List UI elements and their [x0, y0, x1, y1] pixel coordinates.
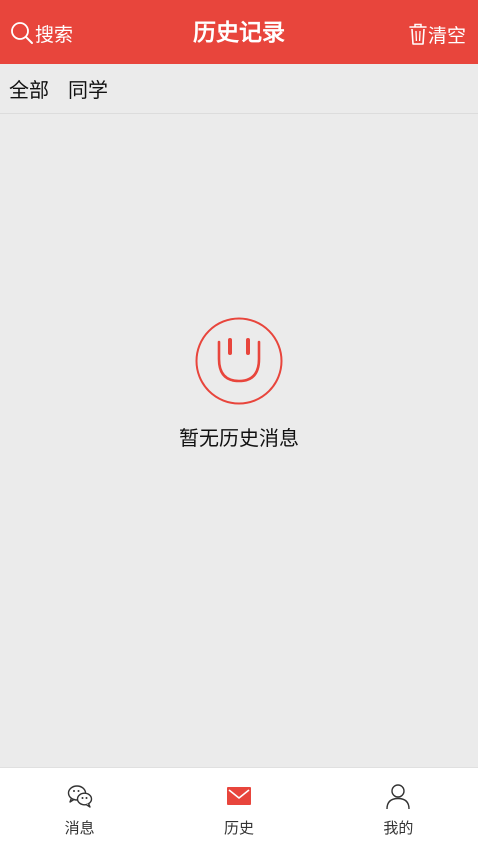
header-bar: 搜索 历史记录 清空	[0, 0, 478, 64]
app-screen: 搜索 历史记录 清空 全部 同学 暂无历史消息 消息 历史 我的	[0, 0, 478, 850]
chat-bubbles-icon	[67, 785, 92, 808]
empty-message: 暂无历史消息	[179, 426, 299, 450]
tab-me[interactable]: 我的	[319, 768, 478, 850]
tab-messages[interactable]: 消息	[0, 768, 159, 850]
tab-history-label: 历史	[223, 819, 254, 837]
filter-tab-all[interactable]: 全部	[9, 74, 49, 103]
search-label: 搜索	[35, 23, 74, 46]
smiley-face-icon	[195, 317, 283, 405]
empty-state: 暂无历史消息	[0, 316, 478, 451]
filter-bar: 全部 同学	[0, 64, 478, 114]
trash-icon	[409, 23, 427, 45]
clear-label: 清空	[427, 24, 466, 47]
tab-messages-label: 消息	[64, 819, 95, 837]
filter-tab-classmates[interactable]: 同学	[68, 74, 108, 103]
search-icon	[11, 22, 33, 44]
search-button[interactable]: 搜索	[10, 18, 73, 48]
bottom-tab-bar: 消息 历史 我的	[0, 767, 478, 850]
mail-icon	[226, 787, 251, 805]
tab-history[interactable]: 历史	[159, 768, 318, 850]
person-icon	[386, 784, 411, 810]
tab-me-label: 我的	[383, 819, 414, 837]
clear-button[interactable]: 清空	[409, 18, 466, 50]
